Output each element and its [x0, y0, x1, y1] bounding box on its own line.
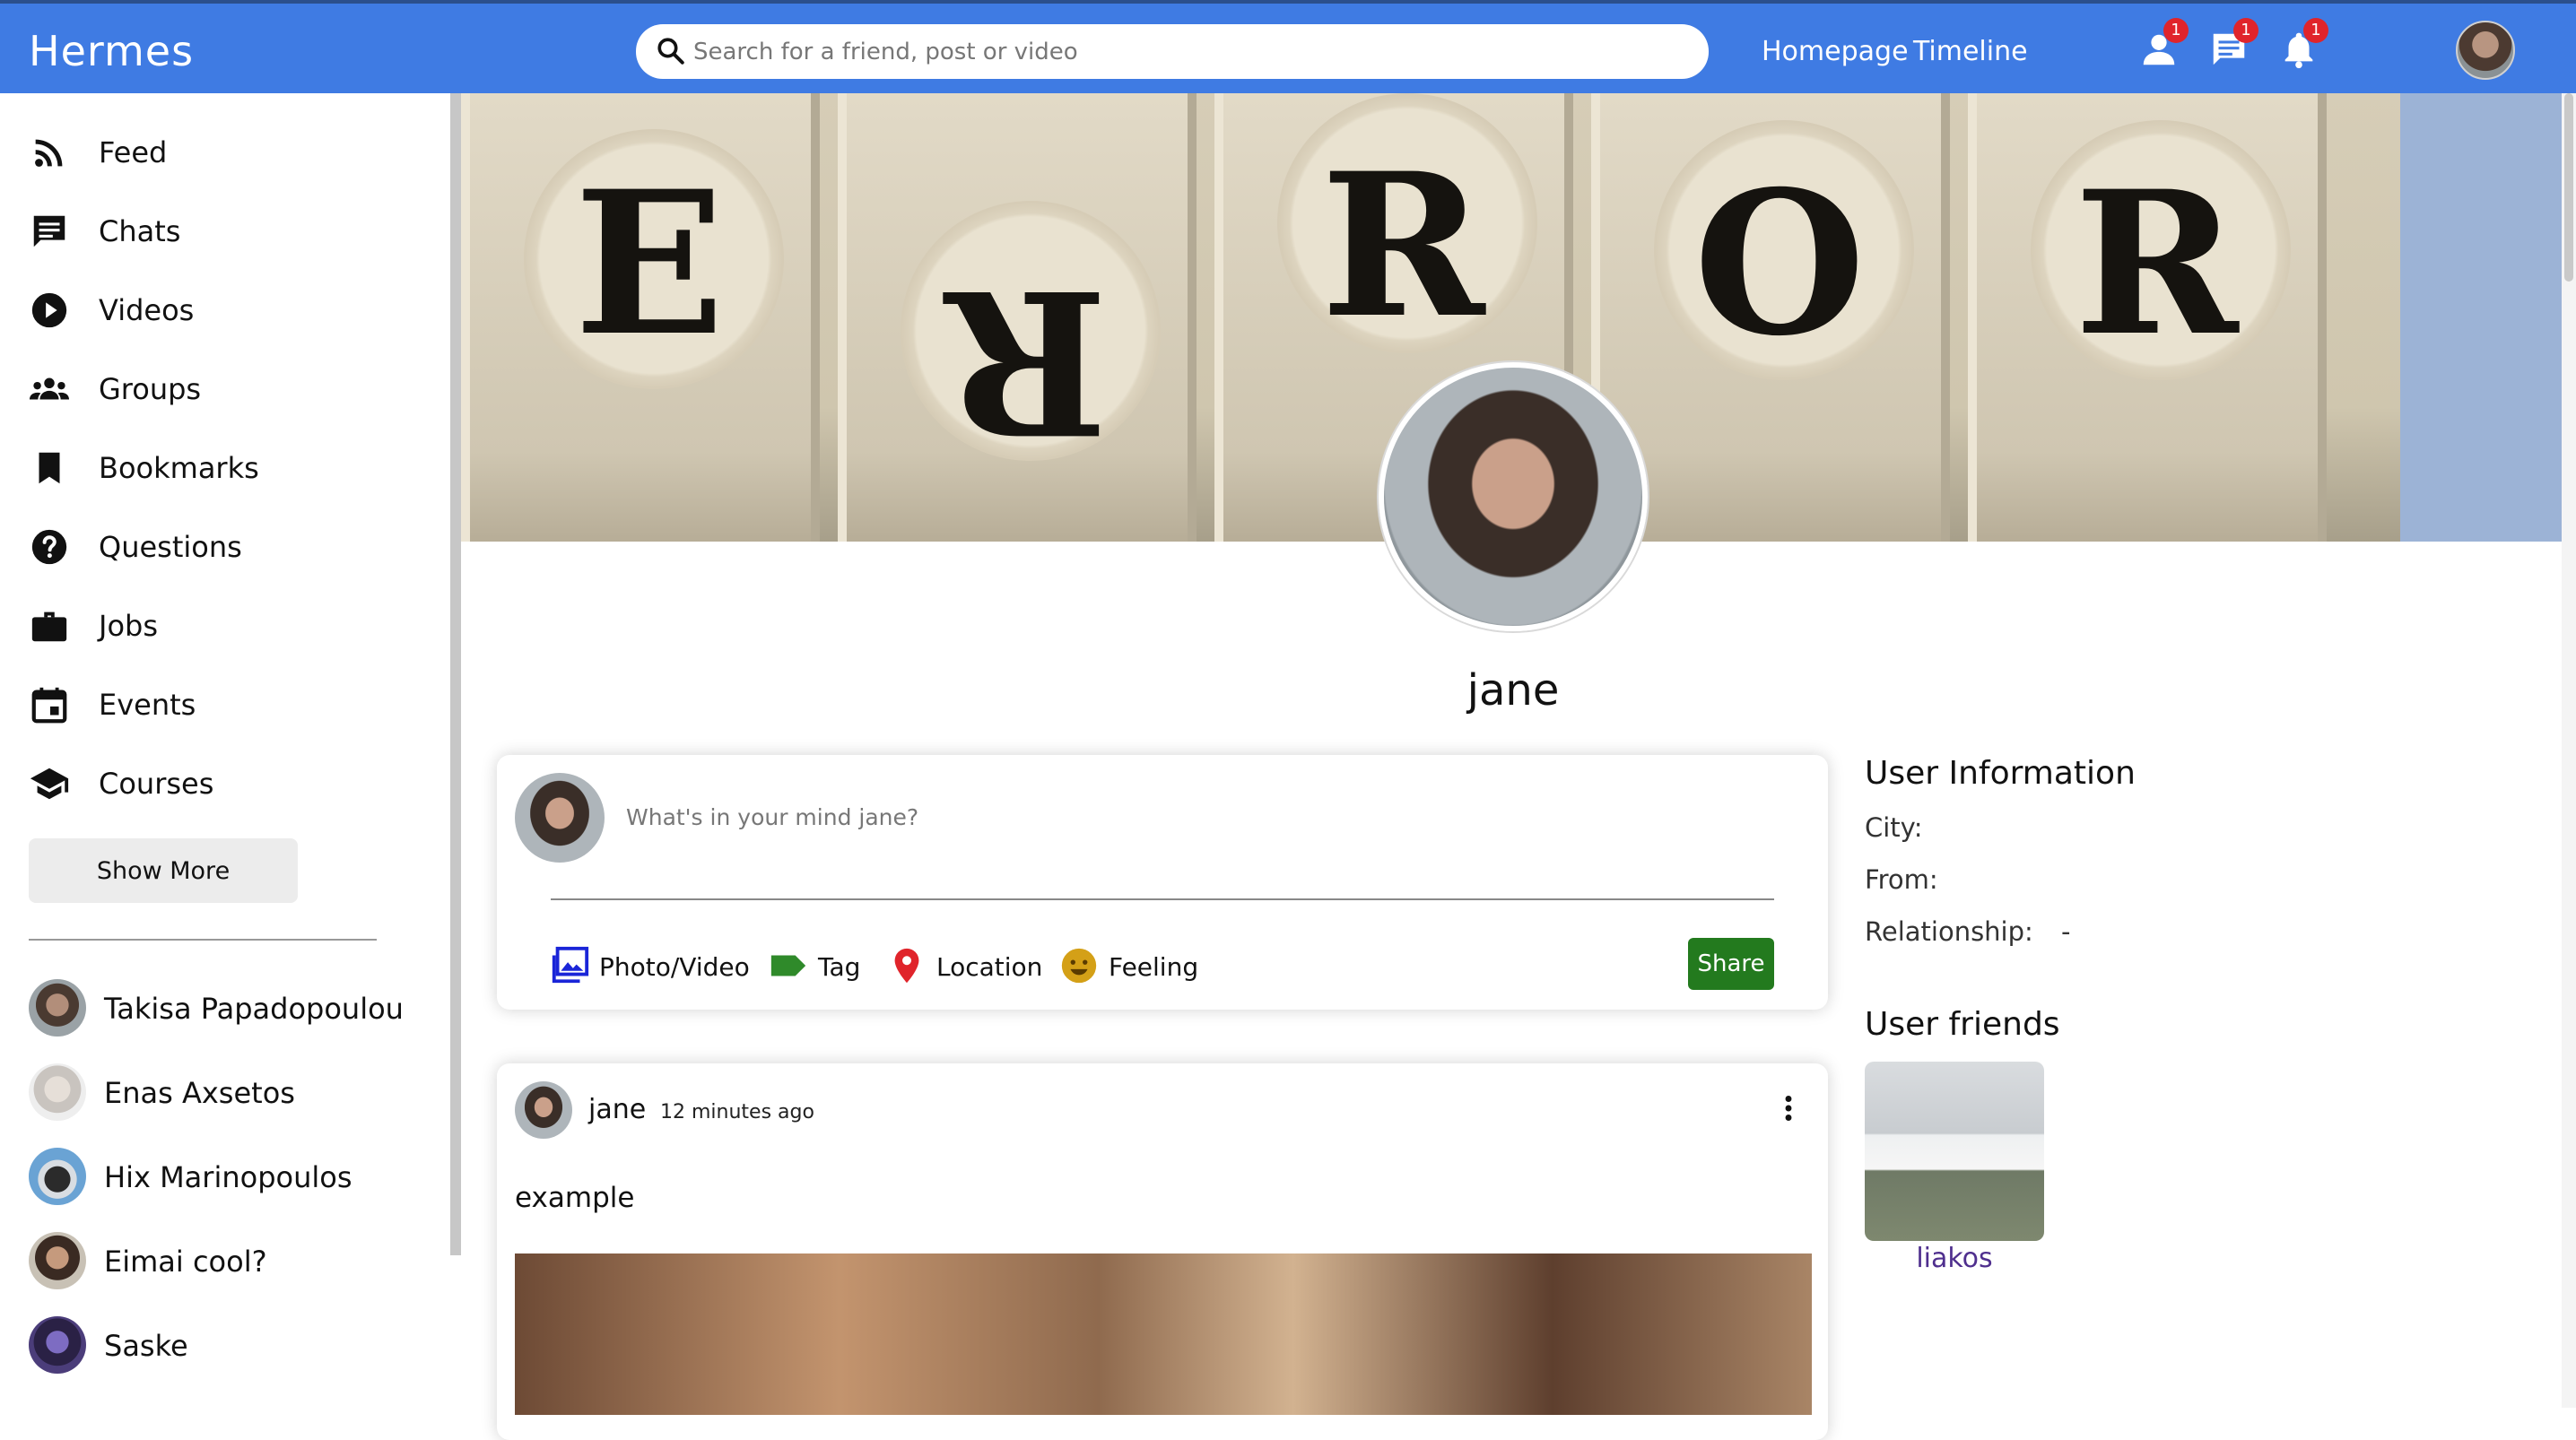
sidebar-item-label: Chats: [99, 214, 181, 248]
sidebar-friend-item[interactable]: Hix Marinopoulos: [29, 1148, 423, 1210]
page-scrollbar[interactable]: [2562, 93, 2576, 1408]
sidebar-item-jobs[interactable]: Jobs: [29, 598, 423, 652]
sidebar-item-chats[interactable]: Chats: [29, 204, 423, 257]
sidebar-friend-item[interactable]: Enas Axsetos: [29, 1063, 423, 1126]
option-label: Tag: [818, 952, 861, 982]
friend-name-link[interactable]: liakos: [1865, 1243, 2044, 1274]
share-post-card: Photo/Video Tag Location Feeling Share: [497, 755, 1828, 1010]
friend-avatar: [29, 1232, 86, 1289]
groups-icon: [29, 377, 70, 400]
friend-requests-badge: 1: [2163, 18, 2189, 43]
share-avatar: [515, 773, 605, 863]
post-author-avatar[interactable]: [515, 1081, 572, 1139]
notifications-button[interactable]: 1: [2278, 18, 2328, 72]
friend-name: Takisa Papadopoulou: [104, 992, 404, 1026]
page-scrollbar-thumb[interactable]: [2564, 93, 2573, 282]
cover-tile: E: [461, 93, 820, 542]
timeline-link[interactable]: Timeline: [1913, 36, 2028, 67]
friend-avatar: [29, 979, 86, 1037]
photo-library-icon: [552, 946, 589, 984]
info-relationship-value: -: [2061, 916, 2071, 947]
homepage-link[interactable]: Homepage: [1762, 36, 1909, 67]
user-friends-title: User friends: [1865, 1006, 2060, 1043]
sidebar-item-label: Feed: [99, 135, 168, 169]
friend-avatar: [29, 1148, 86, 1205]
sidebar-item-questions[interactable]: Questions: [29, 519, 423, 573]
friend-photo[interactable]: [1865, 1062, 2044, 1241]
profile-avatar[interactable]: [1379, 362, 1648, 631]
user-info-title: User Information: [1865, 755, 2136, 792]
search-bar[interactable]: [636, 24, 1709, 79]
share-divider: [551, 898, 1774, 900]
option-label: Feeling: [1109, 952, 1199, 982]
chat-icon: [33, 215, 65, 247]
sidebar-item-label: Bookmarks: [99, 451, 259, 485]
post-author-name[interactable]: jane: [588, 1094, 646, 1125]
user-avatar[interactable]: [2456, 21, 2515, 80]
friend-name: Saske: [104, 1329, 188, 1363]
sidebar-item-courses[interactable]: Courses: [29, 756, 423, 810]
profile-name: jane: [1466, 665, 1560, 716]
app-logo[interactable]: Hermes: [29, 27, 194, 75]
sidebar-item-label: Courses: [99, 767, 214, 801]
help-circle-icon: [31, 529, 67, 565]
sidebar-item-label: Events: [99, 688, 196, 722]
sidebar-item-bookmarks[interactable]: Bookmarks: [29, 440, 423, 494]
sidebar-item-feed[interactable]: Feed: [29, 125, 423, 178]
bookmark-icon: [39, 452, 60, 484]
sidebar-item-videos[interactable]: Videos: [29, 282, 423, 336]
more-vert-icon[interactable]: [1772, 1090, 1805, 1126]
friend-name: Enas Axsetos: [104, 1076, 295, 1110]
emoji-icon: [1061, 948, 1097, 984]
cover-letter: E: [574, 147, 725, 379]
top-bar: Hermes Homepage Timeline 1 1 1: [0, 0, 2576, 93]
info-relationship-label: Relationship:: [1865, 916, 2033, 947]
search-icon: [657, 38, 684, 65]
post-image[interactable]: [515, 1253, 1812, 1415]
post-card: jane 12 minutes ago example: [497, 1063, 1828, 1440]
share-input[interactable]: [626, 796, 1702, 837]
sidebar-item-label: Questions: [99, 530, 242, 564]
post-text: example: [515, 1182, 635, 1214]
friend-avatar: [29, 1316, 86, 1374]
cover-tile: R: [1968, 93, 2327, 542]
notifications-badge: 1: [2303, 18, 2328, 43]
calendar-icon: [31, 687, 67, 724]
sidebar-friend-item[interactable]: Saske: [29, 1316, 423, 1379]
cover-tile: R: [838, 93, 1197, 542]
play-circle-icon: [31, 292, 67, 328]
sidebar-item-label: Groups: [99, 372, 202, 406]
school-icon: [30, 768, 69, 800]
cover-letter: R: [944, 246, 1109, 478]
messages-button[interactable]: 1: [2208, 18, 2258, 72]
share-button[interactable]: Share: [1688, 938, 1774, 990]
info-city-label: City:: [1865, 812, 1923, 843]
friend-name: Hix Marinopoulos: [104, 1160, 352, 1194]
cover-letter: R: [2074, 147, 2239, 379]
sidebar-item-events[interactable]: Events: [29, 677, 423, 731]
search-input[interactable]: [693, 33, 1680, 71]
messages-badge: 1: [2233, 18, 2258, 43]
sidebar-friend-item[interactable]: Takisa Papadopoulou: [29, 979, 423, 1042]
option-label: Photo/Video: [599, 952, 750, 982]
sidebar-item-label: Jobs: [99, 609, 158, 643]
option-label: Location: [936, 952, 1043, 982]
cover-letter: O: [1693, 147, 1866, 379]
friend-requests-button[interactable]: 1: [2138, 18, 2189, 72]
sidebar-scrollbar[interactable]: [450, 93, 461, 1255]
cover-letter: R: [1320, 129, 1485, 361]
show-more-button[interactable]: Show More: [29, 838, 298, 903]
sidebar-item-label: Videos: [99, 293, 195, 327]
briefcase-icon: [31, 612, 67, 642]
post-timestamp: 12 minutes ago: [660, 1101, 814, 1123]
sidebar-divider: [29, 939, 377, 941]
sidebar-item-groups[interactable]: Groups: [29, 361, 423, 415]
friend-avatar: [29, 1063, 86, 1121]
rss-feed-icon: [35, 139, 63, 167]
friend-name: Eimai cool?: [104, 1245, 267, 1279]
info-from-label: From:: [1865, 864, 1938, 895]
label-icon: [770, 955, 806, 976]
location-pin-icon: [894, 948, 919, 984]
sidebar-friend-item[interactable]: Eimai cool?: [29, 1232, 423, 1295]
